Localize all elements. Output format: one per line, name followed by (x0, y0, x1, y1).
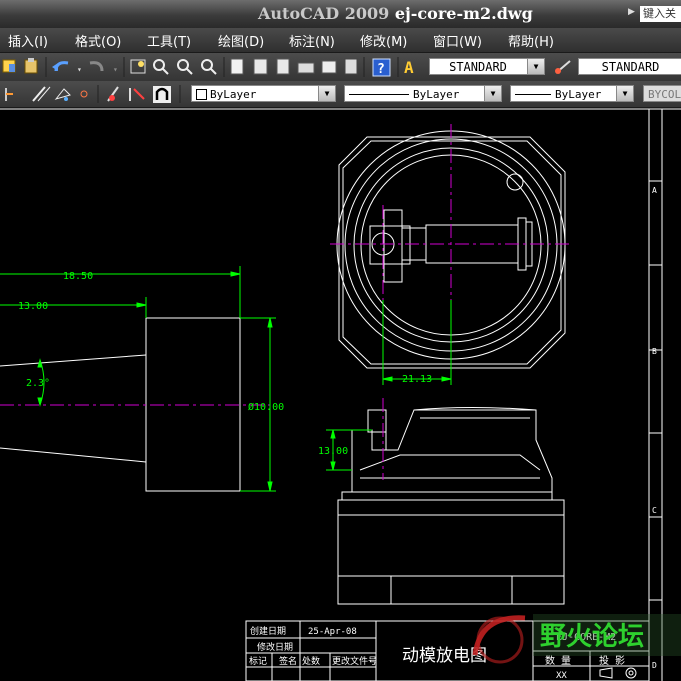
plot-style-select[interactable]: BYCOL (643, 85, 681, 102)
lineweight-value: ByLayer (555, 88, 602, 101)
object-snap-icon[interactable] (5, 88, 13, 101)
lineweight-select[interactable]: ByLayer ▼ (510, 85, 634, 102)
dim-style-select[interactable]: STANDARD (578, 58, 681, 75)
pan-icon[interactable] (130, 59, 146, 74)
modified-date-label: 修改日期 (257, 641, 293, 653)
zoom-realtime-icon[interactable] (153, 59, 169, 75)
col-sign-label: 签名 (279, 655, 297, 667)
trim-icon[interactable] (107, 86, 119, 102)
chevron-down-icon[interactable]: ▼ (484, 86, 501, 101)
dim-style-value: STANDARD (601, 60, 660, 74)
paste-icon[interactable] (24, 58, 38, 74)
match-properties-icon[interactable] (2, 59, 16, 73)
svg-text:?: ? (377, 62, 385, 77)
dim-text-13-00-a: 13.00 (18, 301, 48, 312)
title-bar: AutoCAD 2009 ej-core-m2.dwg ▶ 键入关 (0, 0, 681, 29)
text-style-value: STANDARD (449, 60, 507, 74)
qty-value: XX (556, 671, 567, 681)
properties-icon[interactable] (230, 58, 244, 75)
col-count-label: 处数 (302, 655, 320, 667)
undo-dropdown-icon[interactable]: ▾ (77, 65, 82, 74)
watermark-text: 野火论坛 (540, 622, 644, 652)
hatch-icon[interactable] (54, 88, 71, 101)
redo-icon[interactable] (89, 61, 104, 72)
drawing-canvas[interactable]: A B C D 18.50 13.00 2.3° Ø10.00 21.13 13… (0, 108, 681, 681)
plot-style-value: BYCOL (648, 88, 681, 101)
drawing-svg: A B C D 18.50 13.00 2.3° Ø10.00 21.13 13… (0, 108, 681, 681)
undo-icon[interactable] (52, 61, 69, 72)
menu-help[interactable]: 帮助(H) (508, 31, 554, 50)
text-style-icon[interactable]: A (404, 58, 414, 77)
redo-dropdown-icon[interactable]: ▾ (113, 65, 118, 74)
chevron-down-icon[interactable]: ▼ (318, 86, 335, 101)
menu-tools[interactable]: 工具(T) (147, 31, 191, 50)
zone-label-d: D (652, 661, 657, 670)
layers-toolbar: ByLayer ▼ ByLayer ▼ ByLayer ▼ BYCOL (0, 81, 681, 108)
col-file-label: 更改文件号 (332, 655, 377, 667)
dim-text-21-13: 21.13 (402, 374, 432, 385)
svg-text:A: A (404, 58, 414, 77)
help-icon[interactable]: ? (372, 58, 391, 77)
calculator-icon[interactable] (344, 58, 358, 75)
created-date-label: 创建日期 (250, 625, 286, 637)
magnet-snap-icon[interactable] (153, 86, 171, 103)
color-select[interactable]: ByLayer ▼ (191, 85, 336, 102)
dim-text-angle: 2.3° (26, 378, 50, 389)
dim-style-icon[interactable] (555, 60, 571, 74)
watermark-logo: 野火论坛 (472, 614, 681, 664)
line-icon[interactable] (32, 86, 51, 102)
dim-text-18-50: 18.50 (63, 271, 93, 282)
menu-draw[interactable]: 绘图(D) (218, 31, 264, 50)
linetype-select[interactable]: ByLayer ▼ (344, 85, 502, 102)
zone-label-b: B (652, 347, 657, 356)
zone-label-c: C (652, 506, 657, 515)
extend-icon[interactable] (129, 88, 145, 101)
tool-palettes-icon[interactable] (276, 58, 290, 75)
sheet-set-icon[interactable] (297, 62, 315, 74)
color-value: ByLayer (210, 88, 257, 101)
app-name: AutoCAD 2009 (258, 4, 390, 23)
drawing-frame (0, 108, 681, 681)
design-center-icon[interactable] (253, 58, 268, 75)
col-mark-label: 标记 (249, 655, 267, 667)
menu-dimension[interactable]: 标注(N) (289, 31, 335, 50)
menu-format[interactable]: 格式(O) (75, 31, 121, 50)
dimensions-top (382, 300, 452, 385)
text-style-select[interactable]: STANDARD ▼ (429, 58, 545, 75)
markup-icon[interactable] (321, 60, 337, 74)
standard-toolbar: ▾ ▾ ? A STANDARD ▼ STANDARD (0, 53, 681, 82)
dim-text-13-00-b: 13.00 (318, 446, 348, 457)
point-icon[interactable] (80, 90, 88, 98)
keyword-search-input[interactable]: 键入关 (640, 6, 681, 22)
menu-insert[interactable]: 插入(I) (8, 31, 48, 50)
play-arrow-icon[interactable]: ▶ (628, 7, 635, 17)
created-date-value: 25-Apr-08 (308, 627, 357, 637)
menu-window[interactable]: 窗口(W) (433, 31, 482, 50)
dim-text-diameter: Ø10.00 (248, 401, 284, 413)
zone-label-a: A (652, 186, 657, 195)
chevron-down-icon[interactable]: ▼ (527, 59, 544, 74)
file-name: ej-core-m2.dwg (394, 4, 533, 23)
window-title: AutoCAD 2009 ej-core-m2.dwg (258, 4, 533, 23)
zoom-previous-icon[interactable] (201, 59, 217, 75)
menu-bar: 插入(I) 格式(O) 工具(T) 绘图(D) 标注(N) 修改(M) 窗口(W… (0, 28, 681, 53)
menu-modify[interactable]: 修改(M) (360, 31, 407, 50)
linetype-value: ByLayer (413, 88, 460, 101)
zoom-window-icon[interactable] (177, 59, 193, 75)
projection-symbol-icon (599, 667, 637, 679)
front-view-part (337, 407, 565, 605)
chevron-down-icon[interactable]: ▼ (616, 86, 633, 101)
